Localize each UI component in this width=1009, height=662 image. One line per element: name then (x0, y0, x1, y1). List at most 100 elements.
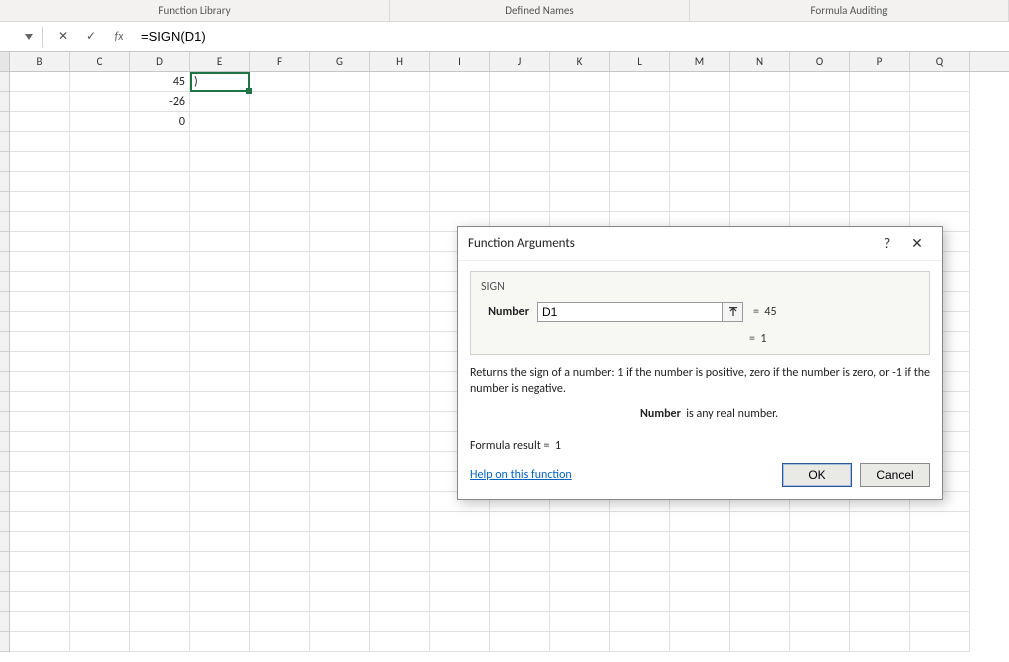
cell-N3[interactable] (730, 112, 790, 132)
cell-E27[interactable] (190, 592, 250, 612)
cell-B10[interactable] (10, 252, 70, 272)
cell-M23[interactable] (670, 512, 730, 532)
cell-I25[interactable] (430, 552, 490, 572)
cell-C4[interactable] (70, 132, 130, 152)
cell-P6[interactable] (850, 172, 910, 192)
cell-D5[interactable] (130, 152, 190, 172)
cell-I28[interactable] (430, 612, 490, 632)
row-header[interactable] (0, 592, 10, 612)
row-header[interactable] (0, 72, 10, 92)
cell-M28[interactable] (670, 612, 730, 632)
cell-K2[interactable] (550, 92, 610, 112)
cell-C1[interactable] (70, 72, 130, 92)
cell-P24[interactable] (850, 532, 910, 552)
cell-H19[interactable] (370, 432, 430, 452)
column-header[interactable]: H (370, 52, 430, 71)
cell-C7[interactable] (70, 192, 130, 212)
cell-H7[interactable] (370, 192, 430, 212)
cell-F7[interactable] (250, 192, 310, 212)
cell-M26[interactable] (670, 572, 730, 592)
cell-N5[interactable] (730, 152, 790, 172)
cell-O2[interactable] (790, 92, 850, 112)
cell-P2[interactable] (850, 92, 910, 112)
cell-B14[interactable] (10, 332, 70, 352)
cell-B22[interactable] (10, 492, 70, 512)
cell-G13[interactable] (310, 312, 370, 332)
cell-J7[interactable] (490, 192, 550, 212)
cell-M4[interactable] (670, 132, 730, 152)
cell-C2[interactable] (70, 92, 130, 112)
cell-H8[interactable] (370, 212, 430, 232)
cell-B16[interactable] (10, 372, 70, 392)
cell-I7[interactable] (430, 192, 490, 212)
cell-N23[interactable] (730, 512, 790, 532)
cell-E17[interactable] (190, 392, 250, 412)
cell-F24[interactable] (250, 532, 310, 552)
cell-G16[interactable] (310, 372, 370, 392)
cell-G24[interactable] (310, 532, 370, 552)
cell-G17[interactable] (310, 392, 370, 412)
cell-O5[interactable] (790, 152, 850, 172)
cell-F13[interactable] (250, 312, 310, 332)
cell-H17[interactable] (370, 392, 430, 412)
row-header[interactable] (0, 552, 10, 572)
cell-L27[interactable] (610, 592, 670, 612)
cell-K3[interactable] (550, 112, 610, 132)
cell-H16[interactable] (370, 372, 430, 392)
cell-P25[interactable] (850, 552, 910, 572)
row-header[interactable] (0, 412, 10, 432)
cell-K1[interactable] (550, 72, 610, 92)
cell-C5[interactable] (70, 152, 130, 172)
cell-H1[interactable] (370, 72, 430, 92)
cell-B4[interactable] (10, 132, 70, 152)
cell-D20[interactable] (130, 452, 190, 472)
cell-L26[interactable] (610, 572, 670, 592)
column-header[interactable]: D (130, 52, 190, 71)
cell-D6[interactable] (130, 172, 190, 192)
insert-function-button[interactable]: fx (105, 25, 133, 49)
cell-E12[interactable] (190, 292, 250, 312)
select-all-corner[interactable] (0, 52, 10, 71)
cell-J6[interactable] (490, 172, 550, 192)
cell-O25[interactable] (790, 552, 850, 572)
cell-E9[interactable] (190, 232, 250, 252)
cell-N2[interactable] (730, 92, 790, 112)
cell-P3[interactable] (850, 112, 910, 132)
cell-F3[interactable] (250, 112, 310, 132)
cell-P23[interactable] (850, 512, 910, 532)
cell-E13[interactable] (190, 312, 250, 332)
cell-O3[interactable] (790, 112, 850, 132)
row-header[interactable] (0, 212, 10, 232)
cell-E6[interactable] (190, 172, 250, 192)
cell-L7[interactable] (610, 192, 670, 212)
column-header[interactable]: B (10, 52, 70, 71)
column-header[interactable]: N (730, 52, 790, 71)
cell-P4[interactable] (850, 132, 910, 152)
cell-K4[interactable] (550, 132, 610, 152)
cell-F27[interactable] (250, 592, 310, 612)
cell-E14[interactable] (190, 332, 250, 352)
cell-O29[interactable] (790, 632, 850, 652)
cell-F5[interactable] (250, 152, 310, 172)
cell-H13[interactable] (370, 312, 430, 332)
cell-G14[interactable] (310, 332, 370, 352)
column-header[interactable]: J (490, 52, 550, 71)
row-header[interactable] (0, 112, 10, 132)
cell-C9[interactable] (70, 232, 130, 252)
cell-P28[interactable] (850, 612, 910, 632)
cell-L29[interactable] (610, 632, 670, 652)
cell-K6[interactable] (550, 172, 610, 192)
cell-E28[interactable] (190, 612, 250, 632)
cell-K25[interactable] (550, 552, 610, 572)
row-header[interactable] (0, 272, 10, 292)
cell-D16[interactable] (130, 372, 190, 392)
column-header[interactable]: L (610, 52, 670, 71)
cell-C26[interactable] (70, 572, 130, 592)
cell-O1[interactable] (790, 72, 850, 92)
row-header[interactable] (0, 152, 10, 172)
cell-F20[interactable] (250, 452, 310, 472)
cell-N6[interactable] (730, 172, 790, 192)
cell-L25[interactable] (610, 552, 670, 572)
cell-E2[interactable] (190, 92, 250, 112)
cell-J2[interactable] (490, 92, 550, 112)
